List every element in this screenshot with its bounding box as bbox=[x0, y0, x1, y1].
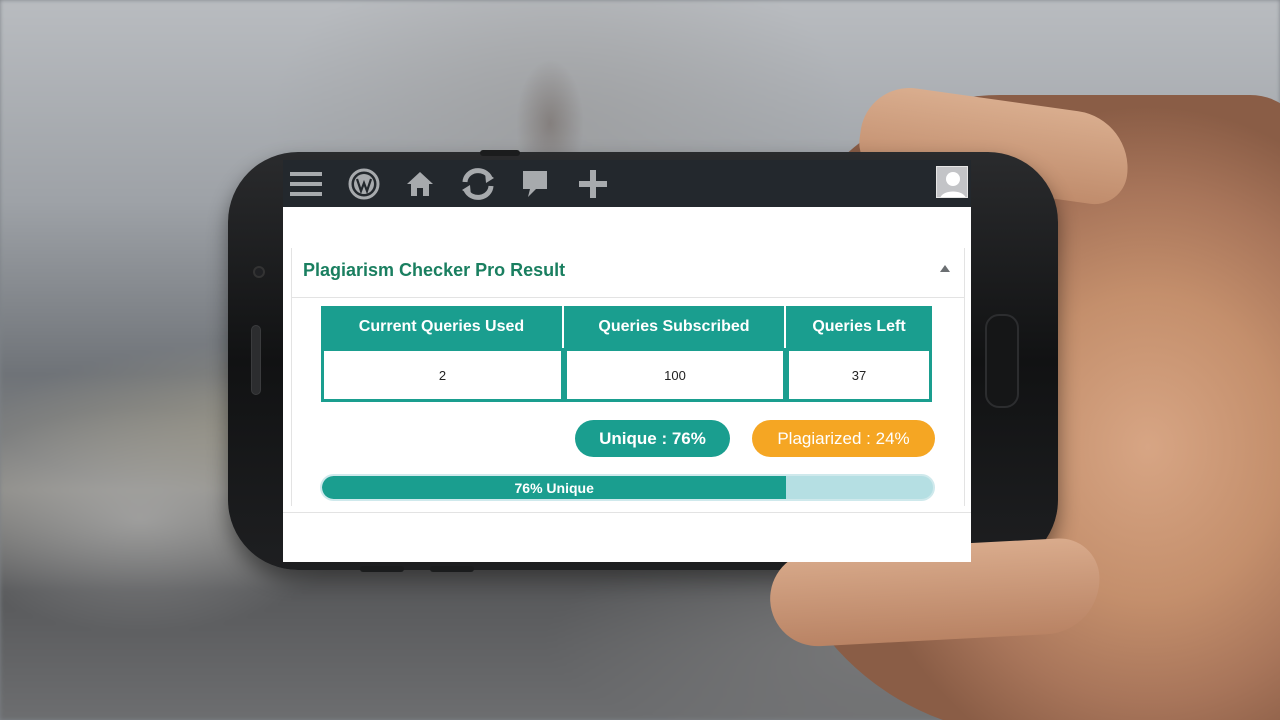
front-camera bbox=[253, 266, 265, 278]
phone-top-button bbox=[480, 150, 520, 156]
panel-header[interactable]: Plagiarism Checker Pro Result bbox=[292, 248, 964, 298]
unique-progress-bar: 76% Unique bbox=[320, 474, 935, 501]
queries-left-value: 37 bbox=[786, 348, 932, 402]
home-icon[interactable] bbox=[405, 166, 435, 202]
divider bbox=[283, 512, 971, 513]
unique-badge: Unique : 76% bbox=[575, 420, 730, 457]
wordpress-icon[interactable] bbox=[347, 166, 381, 202]
home-hardware-button[interactable] bbox=[985, 314, 1019, 408]
refresh-icon[interactable] bbox=[458, 166, 498, 202]
user-avatar-icon[interactable] bbox=[936, 166, 968, 198]
collapse-arrow-icon[interactable] bbox=[940, 265, 950, 272]
phone-screen: Plagiarism Checker Pro Result Current Qu… bbox=[283, 160, 971, 562]
menu-icon[interactable] bbox=[289, 166, 323, 202]
comment-icon[interactable] bbox=[520, 166, 550, 202]
column-header: Current Queries Used bbox=[321, 306, 564, 348]
panel-title: Plagiarism Checker Pro Result bbox=[303, 260, 566, 280]
result-panel: Plagiarism Checker Pro Result Current Qu… bbox=[291, 248, 965, 506]
admin-toolbar bbox=[283, 160, 971, 207]
queries-used-value: 2 bbox=[321, 348, 564, 402]
quota-table: Current Queries Used Queries Subscribed … bbox=[321, 306, 932, 402]
queries-subscribed-value: 100 bbox=[564, 348, 786, 402]
column-header: Queries Subscribed bbox=[564, 306, 786, 348]
phone-bottom-button bbox=[360, 566, 404, 572]
plagiarized-badge: Plagiarized : 24% bbox=[752, 420, 935, 457]
plus-icon[interactable] bbox=[577, 166, 609, 202]
phone-bottom-button bbox=[430, 566, 474, 572]
table-row: 2 100 37 bbox=[321, 348, 932, 402]
phone-speaker bbox=[251, 325, 261, 395]
column-header: Queries Left bbox=[786, 306, 932, 348]
progress-label: 76% Unique bbox=[514, 479, 594, 496]
